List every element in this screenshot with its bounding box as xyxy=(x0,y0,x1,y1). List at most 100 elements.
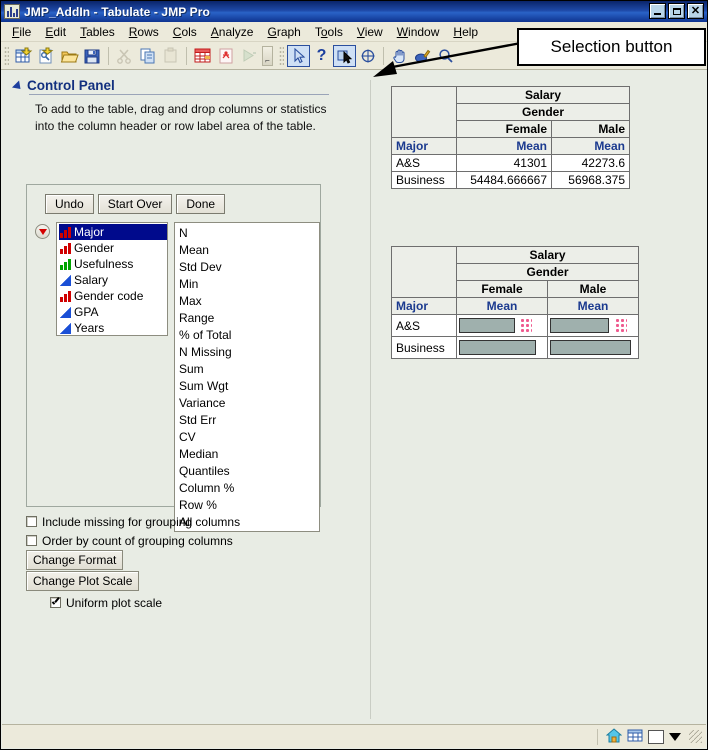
change-format-button[interactable]: Change Format xyxy=(26,550,124,570)
plot-table-stat-female: Mean xyxy=(456,297,548,315)
column-list-item-years[interactable]: Years xyxy=(59,320,167,335)
column-list-item-gender-code[interactable]: Gender code xyxy=(59,288,167,304)
statistic-item-quantiles[interactable]: Quantiles xyxy=(179,463,319,480)
plot-cell[interactable] xyxy=(456,314,548,337)
selection-icon[interactable] xyxy=(333,44,356,67)
statistic-item-min[interactable]: Min xyxy=(179,276,319,293)
table-row: Salary xyxy=(391,86,630,138)
plot-table-stat-male: Mean xyxy=(547,297,639,315)
nominal-column-icon xyxy=(60,290,71,302)
menu-tools[interactable]: Tools xyxy=(308,23,350,41)
table-row: Major Mean Mean xyxy=(391,137,630,155)
value-table-row-label: A&S xyxy=(391,154,457,172)
report-icon[interactable] xyxy=(214,45,237,67)
minimize-button[interactable] xyxy=(649,3,666,19)
plot-cell[interactable] xyxy=(547,336,639,359)
column-list-item-major[interactable]: Major xyxy=(59,224,167,240)
column-list-item-gender[interactable]: Gender xyxy=(59,240,167,256)
menu-edit[interactable]: Edit xyxy=(38,23,73,41)
data-table-icon[interactable] xyxy=(627,728,643,746)
statistics-list[interactable]: N Mean Std Dev Min Max Range% of Total N Missi… xyxy=(173,222,320,532)
uniform-plot-scale-option[interactable]: Uniform plot scale xyxy=(50,593,326,612)
menu-view[interactable]: View xyxy=(350,23,390,41)
new-data-table-icon[interactable] xyxy=(12,45,35,67)
window-title: JMP_AddIn - Tabulate - JMP Pro xyxy=(24,4,210,19)
plot-marker-dots xyxy=(614,318,627,334)
statistic-item-max[interactable]: Max xyxy=(179,293,319,310)
statistic-item-n-missing[interactable]: N Missing xyxy=(179,344,319,361)
statistic-item-std-dev[interactable]: Std Dev xyxy=(179,259,319,276)
save-icon[interactable] xyxy=(81,45,104,67)
control-panel-header[interactable]: Control Panel xyxy=(11,80,341,95)
column-list-item-label: Usefulness xyxy=(74,257,134,271)
statistic-item-variance[interactable]: Variance xyxy=(179,395,319,412)
statistic-item-range[interactable]: Range xyxy=(179,310,319,327)
menu-analyze[interactable]: Analyze xyxy=(204,23,261,41)
column-list-item-label: Salary xyxy=(74,273,109,287)
toolbar-grip[interactable] xyxy=(4,45,9,66)
statistic-item-cv[interactable]: CV xyxy=(179,429,319,446)
data-table-icon[interactable] xyxy=(191,45,214,67)
column-list[interactable]: Major Gender Usefulness Salary Gender code GP… xyxy=(56,222,168,336)
column-list-item-gpa[interactable]: GPA xyxy=(59,304,167,320)
start-over-button[interactable]: Start Over xyxy=(97,194,173,214)
red-triangle-menu-icon[interactable] xyxy=(35,224,50,239)
statistic-item-mean[interactable]: Mean xyxy=(179,242,319,259)
plot-cell[interactable] xyxy=(456,336,548,359)
color-swatch[interactable] xyxy=(648,729,664,744)
column-list-item-usefulness[interactable]: Usefulness xyxy=(59,256,167,272)
help-question-icon[interactable]: ? xyxy=(310,45,333,67)
cut-scissors-icon xyxy=(113,45,136,67)
callout-label: Selection button xyxy=(517,28,706,66)
copy-icon[interactable] xyxy=(136,45,159,67)
title-underline xyxy=(29,94,329,95)
status-separator xyxy=(597,728,598,745)
panel-divider xyxy=(370,80,371,719)
statistic-item-column[interactable]: Column % xyxy=(179,480,319,497)
include-missing-option[interactable]: Include missing for grouping columns xyxy=(26,512,326,531)
ordinal-column-icon xyxy=(60,258,71,270)
change-plot-scale-wrap: Change Plot Scale xyxy=(26,571,326,591)
arrow-cursor-icon[interactable] xyxy=(287,44,310,67)
toolbar-grip-2[interactable] xyxy=(279,45,284,66)
disclosure-triangle-icon[interactable] xyxy=(11,80,25,93)
new-script-icon[interactable] xyxy=(35,45,58,67)
plot-table-row-label: A&S xyxy=(391,314,457,337)
include-missing-label: Include missing for grouping columns xyxy=(42,514,241,529)
menu-cols[interactable]: Cols xyxy=(166,23,204,41)
statistic-item-n[interactable]: N xyxy=(179,225,319,242)
value-table-cell: 41301 xyxy=(456,154,552,172)
order-by-count-option[interactable]: Order by count of grouping columns xyxy=(26,531,326,550)
statistic-item-std-err[interactable]: Std Err xyxy=(179,412,319,429)
caret-down-icon[interactable] xyxy=(669,732,681,741)
include-missing-checkbox[interactable] xyxy=(26,516,37,527)
plot-cell[interactable] xyxy=(547,314,639,337)
menu-rows[interactable]: Rows xyxy=(122,23,166,41)
done-button[interactable]: Done xyxy=(176,194,226,214)
column-list-item-salary[interactable]: Salary xyxy=(59,272,167,288)
maximize-button[interactable] xyxy=(668,3,685,19)
order-by-count-checkbox[interactable] xyxy=(26,535,37,546)
statistic-item-sum-wgt[interactable]: Sum Wgt xyxy=(179,378,319,395)
home-icon[interactable] xyxy=(605,727,623,746)
statistic-item-sum[interactable]: Sum xyxy=(179,361,319,378)
menu-window[interactable]: Window xyxy=(390,23,447,41)
nominal-column-icon xyxy=(60,226,71,238)
change-plot-scale-button[interactable]: Change Plot Scale xyxy=(26,571,140,591)
menu-file[interactable]: File xyxy=(5,23,38,41)
nominal-column-icon xyxy=(60,242,71,254)
close-button[interactable]: ✕ xyxy=(687,3,704,19)
menu-graph[interactable]: Graph xyxy=(260,23,307,41)
value-table-cell: 42273.6 xyxy=(551,154,630,172)
uniform-plot-scale-checkbox[interactable] xyxy=(50,597,61,608)
resize-grip[interactable] xyxy=(689,730,702,743)
menu-help[interactable]: Help xyxy=(446,23,485,41)
menu-tables[interactable]: Tables xyxy=(73,23,122,41)
undo-button[interactable]: Undo xyxy=(45,194,94,214)
toolbar-overflow-button[interactable]: ⌐ xyxy=(262,45,273,66)
plot-table-level-female: Female xyxy=(456,280,548,298)
statistic-item-of-total[interactable]: % of Total xyxy=(179,327,319,344)
lists-wrapper: Major Gender Usefulness Salary Gender code GP… xyxy=(27,214,320,532)
open-folder-icon[interactable] xyxy=(58,45,81,67)
statistic-item-median[interactable]: Median xyxy=(179,446,319,463)
